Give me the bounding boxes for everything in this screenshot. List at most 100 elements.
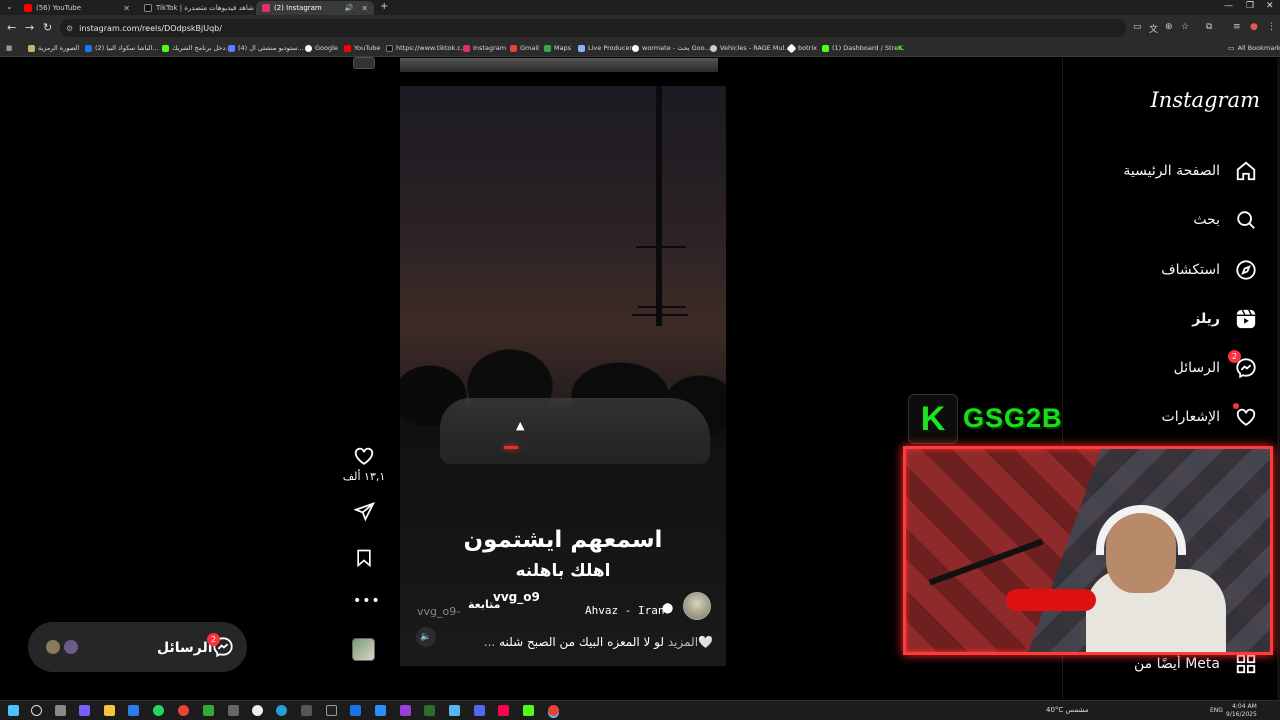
- discord-icon[interactable]: [474, 705, 485, 716]
- bookmark-item[interactable]: wormate - بحث Goo...: [632, 44, 711, 52]
- audio-thumbnail[interactable]: [352, 638, 375, 661]
- bookmark-item[interactable]: (4) ستوديو منشئي ال...: [228, 44, 304, 52]
- task-view-icon[interactable]: [55, 705, 66, 716]
- all-bookmarks[interactable]: ▭ All Bookmarks: [1228, 44, 1280, 52]
- sidebar-item-notifications[interactable]: الإشعارات: [1162, 403, 1258, 431]
- app-icon[interactable]: [228, 705, 239, 716]
- tab-youtube[interactable]: (56) YouTube ✕: [18, 1, 136, 15]
- app-icon[interactable]: [350, 705, 361, 716]
- tab-instagram[interactable]: (2) Instagram 🔊 ✕: [256, 1, 374, 15]
- close-window-icon[interactable]: ✕: [1266, 1, 1274, 11]
- url-input[interactable]: ⚙ instagram.com/reels/DOdpskBjUqb/: [60, 19, 1126, 37]
- kick-logo: K: [908, 394, 958, 444]
- bookmark-label: (4) ستوديو منشئي ال...: [238, 44, 304, 52]
- app-icon[interactable]: [424, 705, 435, 716]
- zoom-icon[interactable]: ⊕: [1165, 22, 1173, 32]
- sidebar-item-label: استكشاف: [1161, 262, 1220, 278]
- bookmark-item[interactable]: (1) Dashboard / Stre...: [822, 44, 904, 52]
- rage-favicon-icon: [710, 44, 717, 52]
- bookmark-item[interactable]: (2) الباشا سكواد البيا...: [85, 44, 159, 52]
- bookmark-item[interactable]: Vehicles - RAGE Mul...: [710, 44, 791, 52]
- back-icon[interactable]: ←: [7, 21, 16, 34]
- site-info-icon[interactable]: ⚙: [66, 24, 73, 33]
- reel-caption[interactable]: ... المزيد لو لا المعزه البيك من الصبح ش…: [470, 635, 713, 649]
- kick-icon[interactable]: [523, 705, 534, 716]
- search-icon: [1234, 208, 1258, 232]
- restore-icon[interactable]: ❐: [1246, 1, 1254, 11]
- bookmark-item[interactable]: Google: [305, 44, 338, 52]
- bookmark-item[interactable]: https://www.tiktok.c...: [386, 44, 467, 52]
- kick-bookmark-icon[interactable]: K: [898, 44, 903, 52]
- close-tab-icon[interactable]: ✕: [361, 4, 368, 13]
- clock[interactable]: 4:04 AM 9/16/2025: [1226, 703, 1257, 719]
- close-tab-icon[interactable]: ✕: [123, 4, 130, 13]
- sidebar-item-reels[interactable]: ريلز: [1192, 305, 1258, 333]
- reel-location[interactable]: Ahvaz - Iran: [585, 604, 664, 617]
- app-icon[interactable]: [252, 705, 263, 716]
- more-options-icon[interactable]: •••: [353, 593, 381, 609]
- recording-icon[interactable]: ●: [1250, 22, 1258, 32]
- follow-button[interactable]: متابعة: [468, 598, 500, 611]
- windows-start-icon[interactable]: [8, 705, 19, 716]
- reload-icon[interactable]: ↻: [43, 21, 52, 34]
- bookmark-star-icon[interactable]: ☆: [1181, 22, 1189, 32]
- copilot-icon[interactable]: [79, 705, 90, 716]
- file-explorer-icon[interactable]: [104, 705, 115, 716]
- like-button[interactable]: [352, 444, 376, 468]
- tab-tiktok[interactable]: TikTok | شاهد فيديوهات متصدرة ✕: [138, 1, 254, 15]
- minimize-icon[interactable]: —: [1224, 1, 1233, 11]
- browser-tab-strip: ⌄ (56) YouTube ✕ TikTok | شاهد فيديوهات …: [0, 0, 1280, 15]
- menu-icon[interactable]: ⋮: [1267, 22, 1276, 32]
- tab-search-icon[interactable]: ⌄: [6, 2, 13, 11]
- mute-button[interactable]: 🔈: [416, 627, 436, 647]
- chrome-active-icon[interactable]: [548, 705, 559, 716]
- translate-icon[interactable]: 文: [1149, 22, 1158, 35]
- bookmark-item[interactable]: botrix: [786, 43, 817, 53]
- instagram-logo[interactable]: Instagram: [1140, 88, 1260, 112]
- tower-arm: [638, 306, 686, 308]
- audio-playing-icon[interactable]: 🔊: [345, 4, 354, 12]
- sidebar-item-messages[interactable]: الرسائل 2: [1174, 350, 1258, 382]
- bookmark-item[interactable]: Gmail: [510, 44, 539, 52]
- profile-icon[interactable]: ≡: [1233, 22, 1241, 32]
- sidebar-item-search[interactable]: بحث: [1193, 206, 1258, 234]
- save-button[interactable]: [352, 546, 376, 570]
- author-avatar[interactable]: [683, 592, 711, 620]
- extensions-icon[interactable]: ⧉: [1206, 22, 1212, 32]
- chrome-icon[interactable]: [178, 705, 189, 716]
- bookmark-label: Vehicles - RAGE Mul...: [720, 44, 791, 52]
- app-icon[interactable]: [203, 705, 214, 716]
- cast-icon[interactable]: ▭: [1133, 22, 1142, 32]
- premiere-icon[interactable]: [400, 705, 411, 716]
- search-icon[interactable]: [31, 705, 42, 716]
- bookmark-item[interactable]: YouTube: [344, 44, 380, 52]
- obs-icon[interactable]: [326, 705, 337, 716]
- bookmark-item[interactable]: Live Producer: [578, 44, 632, 52]
- forward-icon[interactable]: →: [25, 21, 34, 34]
- edge-icon[interactable]: [128, 705, 139, 716]
- address-bar-row: ← → ↻ ⚙ instagram.com/reels/DOdpskBjUqb/…: [0, 15, 1280, 41]
- previous-reel-edge[interactable]: [400, 58, 718, 72]
- previous-audio-thumb[interactable]: [353, 57, 375, 69]
- telegram-icon[interactable]: [276, 705, 287, 716]
- bookmark-item[interactable]: دخل برنامج الشريك...: [162, 44, 232, 52]
- whatsapp-icon[interactable]: [153, 705, 164, 716]
- car-taillight: [504, 446, 518, 449]
- bookmark-item[interactable]: Instagram: [463, 44, 506, 52]
- folder-icon: ▭: [1228, 44, 1235, 52]
- app-icon[interactable]: [375, 705, 386, 716]
- bookmark-item[interactable]: Maps: [544, 44, 571, 52]
- weather-widget[interactable]: 40°C مشمس: [1046, 706, 1089, 714]
- language-indicator[interactable]: ENG: [1210, 707, 1223, 714]
- sidebar-item-explore[interactable]: استكشاف: [1161, 256, 1258, 284]
- app-icon[interactable]: [449, 705, 460, 716]
- app-icon[interactable]: [301, 705, 312, 716]
- share-button[interactable]: [352, 499, 376, 523]
- sidebar-item-home[interactable]: الصفحة الرئيسية: [1123, 157, 1258, 185]
- apps-icon[interactable]: ▦: [6, 44, 12, 52]
- bookmark-item[interactable]: الصورة الرمزية: [28, 44, 79, 52]
- mouse-cursor-icon: ▲: [516, 419, 525, 432]
- new-tab-button[interactable]: +: [380, 1, 388, 12]
- bookmark-label: Instagram: [473, 44, 507, 52]
- tiktok-icon[interactable]: [498, 705, 509, 716]
